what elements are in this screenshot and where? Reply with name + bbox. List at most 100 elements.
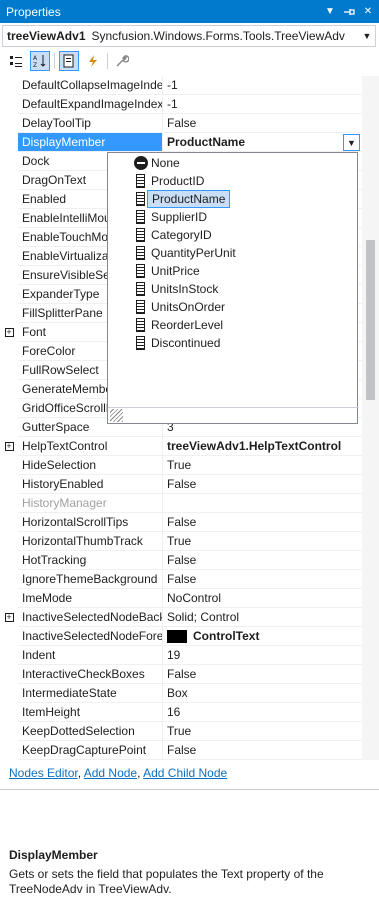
dropdown-item[interactable]: ProductName — [147, 190, 231, 208]
property-name[interactable]: HistoryManager — [18, 494, 162, 513]
property-row[interactable]: DelayToolTip False — [0, 114, 362, 133]
property-name[interactable]: HorizontalThumbTrack — [18, 532, 162, 551]
property-value-cell[interactable]: False — [162, 551, 362, 570]
add-child-node-link[interactable]: Add Child Node — [143, 766, 227, 780]
expand-icon[interactable]: + — [0, 437, 18, 456]
property-name[interactable]: DelayToolTip — [18, 114, 162, 133]
close-icon[interactable]: ✕ — [360, 4, 376, 20]
property-name[interactable]: InactiveSelectedNodeBackground — [18, 608, 162, 627]
property-name[interactable]: Indent — [18, 646, 162, 665]
expand-icon[interactable]: + — [0, 608, 18, 627]
property-name[interactable]: HelpTextControl — [18, 437, 162, 456]
property-row[interactable]: Indent 19 — [0, 646, 362, 665]
property-row[interactable]: ItemHeight 16 — [0, 703, 362, 722]
property-row[interactable]: DisplayMember ProductName ▼ — [0, 133, 362, 152]
plus-icon[interactable]: + — [4, 442, 14, 451]
dropdown-item[interactable]: ProductID — [147, 172, 208, 190]
property-value: False — [167, 116, 197, 130]
categorized-icon[interactable] — [6, 51, 26, 71]
property-value-cell[interactable]: True — [162, 722, 362, 741]
property-name[interactable]: DefaultCollapseImageIndex — [18, 76, 162, 95]
property-value-cell[interactable]: True — [162, 456, 362, 475]
property-name[interactable]: HistoryEnabled — [18, 475, 162, 494]
property-pages-icon[interactable] — [112, 51, 132, 71]
property-name[interactable]: DefaultExpandImageIndex — [18, 95, 162, 114]
property-name[interactable]: HorizontalScrollTips — [18, 513, 162, 532]
property-row[interactable]: InactiveSelectedNodeForeColor ControlText — [0, 627, 362, 646]
property-row[interactable]: HorizontalScrollTips False — [0, 513, 362, 532]
property-name[interactable]: ImeMode — [18, 589, 162, 608]
property-row[interactable]: InteractiveCheckBoxes False — [0, 665, 362, 684]
expand-icon[interactable]: + — [0, 323, 18, 342]
dropdown-item[interactable]: UnitPrice — [147, 262, 204, 280]
resize-grip-icon[interactable] — [110, 409, 123, 422]
property-row[interactable]: IgnoreThemeBackground False — [0, 570, 362, 589]
chevron-down-icon[interactable]: ▼ — [343, 134, 360, 151]
property-value-cell[interactable]: False — [162, 475, 362, 494]
property-row[interactable]: + HelpTextControl treeViewAdv1.HelpTextCon… — [0, 437, 362, 456]
property-name[interactable]: InteractiveCheckBoxes — [18, 665, 162, 684]
add-node-link[interactable]: Add Node — [84, 766, 137, 780]
auto-hide-pin-icon[interactable] — [341, 4, 357, 20]
alphabetical-icon[interactable]: AZ — [30, 51, 50, 71]
property-name[interactable]: HideSelection — [18, 456, 162, 475]
property-value-cell[interactable]: ProductName — [162, 133, 362, 152]
property-name[interactable]: HotTracking — [18, 551, 162, 570]
property-value-cell[interactable]: False — [162, 114, 362, 133]
property-row[interactable]: DefaultCollapseImageIndex -1 — [0, 76, 362, 95]
property-value-cell[interactable]: False — [162, 513, 362, 532]
dropdown-item[interactable]: CategoryID — [147, 226, 216, 244]
property-row[interactable]: ImeMode NoControl — [0, 589, 362, 608]
property-row[interactable]: HorizontalThumbTrack True — [0, 532, 362, 551]
events-icon[interactable] — [83, 51, 103, 71]
property-name[interactable]: DisplayMember — [18, 133, 162, 152]
description-splitter[interactable] — [0, 789, 379, 793]
nodes-editor-link[interactable]: Nodes Editor — [9, 766, 78, 780]
dropdown-item[interactable]: ReorderLevel — [147, 316, 227, 334]
property-value-cell[interactable]: NoControl — [162, 589, 362, 608]
vertical-scrollbar[interactable] — [362, 76, 379, 760]
plus-icon[interactable]: + — [4, 613, 14, 622]
dropdown-item[interactable]: SupplierID — [147, 208, 211, 226]
property-value-cell[interactable] — [162, 494, 362, 513]
property-value-cell[interactable]: -1 — [162, 95, 362, 114]
dropdown-item[interactable]: UnitsInStock — [147, 280, 222, 298]
property-row[interactable]: KeepDragCapturePoint False — [0, 741, 362, 760]
property-value-cell[interactable]: 16 — [162, 703, 362, 722]
property-value-cell[interactable]: treeViewAdv1.HelpTextControl — [162, 437, 362, 456]
property-name[interactable]: KeepDottedSelection — [18, 722, 162, 741]
property-name[interactable]: IntermediateState — [18, 684, 162, 703]
dropdown-item[interactable]: None — [147, 154, 184, 172]
property-value-cell[interactable]: -1 — [162, 76, 362, 95]
object-selector[interactable]: treeViewAdv1 Syncfusion.Windows.Forms.To… — [2, 25, 376, 47]
property-name[interactable]: ItemHeight — [18, 703, 162, 722]
property-value-cell[interactable]: False — [162, 665, 362, 684]
dropdown-item[interactable]: UnitsOnOrder — [147, 298, 229, 316]
property-value-cell[interactable]: Box — [162, 684, 362, 703]
property-value-cell[interactable]: True — [162, 532, 362, 551]
property-row[interactable]: DefaultExpandImageIndex -1 — [0, 95, 362, 114]
property-row[interactable]: HistoryEnabled False — [0, 475, 362, 494]
property-value-cell[interactable]: False — [162, 570, 362, 589]
properties-icon[interactable] — [59, 51, 79, 71]
property-name[interactable]: KeepDragCapturePoint — [18, 741, 162, 760]
scrollbar-thumb[interactable] — [366, 240, 375, 400]
property-value: treeViewAdv1.HelpTextControl — [167, 439, 342, 453]
property-name[interactable]: InactiveSelectedNodeForeColor — [18, 627, 162, 646]
property-value-cell[interactable]: ControlText — [162, 627, 362, 646]
chevron-down-icon[interactable]: ▼ — [359, 31, 375, 41]
dropdown-item[interactable]: Discontinued — [147, 334, 224, 352]
property-row[interactable]: HistoryManager — [0, 494, 362, 513]
property-row[interactable]: IntermediateState Box — [0, 684, 362, 703]
dropdown-item[interactable]: QuantityPerUnit — [147, 244, 240, 262]
property-row[interactable]: HotTracking False — [0, 551, 362, 570]
property-row[interactable]: + InactiveSelectedNodeBackground Solid; Co… — [0, 608, 362, 627]
property-row[interactable]: HideSelection True — [0, 456, 362, 475]
property-name[interactable]: IgnoreThemeBackground — [18, 570, 162, 589]
property-value-cell[interactable]: False — [162, 741, 362, 760]
property-row[interactable]: KeepDottedSelection True — [0, 722, 362, 741]
property-value-cell[interactable]: Solid; Control — [162, 608, 362, 627]
plus-icon[interactable]: + — [4, 328, 14, 337]
property-value-cell[interactable]: 19 — [162, 646, 362, 665]
window-position-menu-icon[interactable]: ▼ — [322, 4, 338, 20]
